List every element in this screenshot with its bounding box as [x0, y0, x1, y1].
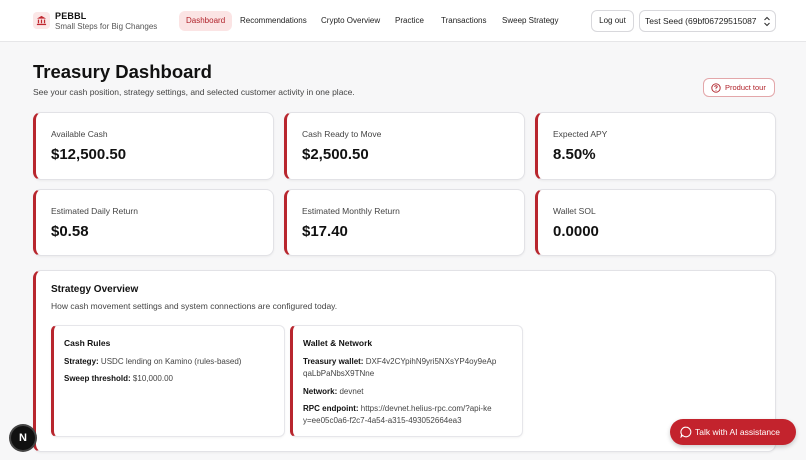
nav-crypto-overview[interactable]: Crypto Overview [314, 11, 387, 31]
rpc-endpoint-row: RPC endpoint: https://devnet.helius-rpc.… [303, 403, 492, 427]
nav-transactions[interactable]: Transactions [434, 11, 494, 31]
nav-dashboard[interactable]: Dashboard [179, 11, 233, 31]
stat-label: Available Cash [51, 129, 108, 139]
stat-label: Cash Ready to Move [302, 129, 382, 139]
wallet-network-card: Wallet & Network Treasury wallet: DXF4v2… [290, 325, 523, 437]
stat-value: 0.0000 [553, 223, 599, 240]
stat-value: $12,500.50 [51, 146, 127, 163]
chevron-up-down-icon [764, 16, 770, 27]
nav-recommendations[interactable]: Recommendations [233, 11, 314, 31]
stat-card-wallet-sol: Wallet SOL 0.0000 [535, 189, 776, 256]
stat-label: Estimated Daily Return [51, 206, 138, 216]
treasury-wallet-value-cont: qaLbPaNbsX9TNne [303, 369, 375, 378]
sweep-threshold-value: $10,000.00 [132, 374, 173, 383]
wallet-network-title: Wallet & Network [303, 338, 373, 348]
stat-card-expected-apy: Expected APY 8.50% [535, 112, 776, 180]
stat-value: 8.50% [553, 146, 596, 163]
stat-value: $17.40 [302, 223, 348, 240]
stat-card-daily-return: Estimated Daily Return $0.58 [33, 189, 274, 256]
treasury-wallet-value: DXF4v2CYpihN9yri5NXsYP4oy9eAp [365, 357, 497, 366]
network-value: devnet [339, 387, 364, 396]
cash-rules-title: Cash Rules [64, 338, 111, 348]
top-navbar: PEBBL Small Steps for Big Changes Dashbo… [0, 0, 806, 42]
brand-name[interactable]: PEBBL [55, 11, 87, 21]
stat-card-monthly-return: Estimated Monthly Return $17.40 [284, 189, 525, 256]
seed-selected-value: Test Seed (69bf06729515087 [645, 16, 757, 26]
stat-label: Wallet SOL [553, 206, 596, 216]
stat-value: $0.58 [51, 223, 89, 240]
chat-bubble-icon [680, 426, 692, 438]
strategy-title: Strategy Overview [51, 284, 139, 295]
strategy-key: Strategy: [64, 357, 99, 366]
cash-rules-card: Cash Rules Strategy: USDC lending on Kam… [51, 325, 285, 437]
nextjs-dev-badge[interactable]: N [11, 426, 35, 450]
logout-button[interactable]: Log out [591, 10, 634, 32]
treasury-wallet-key: Treasury wallet: [303, 357, 364, 366]
strategy-subtitle: How cash movement settings and system co… [51, 301, 338, 311]
product-tour-label: Product tour [725, 83, 766, 92]
network-key: Network: [303, 387, 338, 396]
brand-tagline: Small Steps for Big Changes [55, 22, 158, 31]
ai-assistance-button[interactable]: Talk with AI assistance [670, 419, 796, 445]
stat-label: Estimated Monthly Return [302, 206, 400, 216]
nav-sweep-strategy[interactable]: Sweep Strategy [495, 11, 565, 31]
strategy-value: USDC lending on Kamino (rules-based) [100, 357, 242, 366]
stat-card-available-cash: Available Cash $12,500.50 [33, 112, 274, 180]
strategy-row: Strategy: USDC lending on Kamino (rules-… [64, 356, 241, 368]
rpc-endpoint-value: https://devnet.helius-rpc.com/?api-ke [360, 404, 492, 413]
page-subtitle: See your cash position, strategy setting… [33, 87, 355, 97]
seed-selector[interactable]: Test Seed (69bf06729515087 [639, 10, 776, 32]
sweep-threshold-key: Sweep threshold: [64, 374, 131, 383]
network-row: Network: devnet [303, 386, 364, 398]
rpc-endpoint-key: RPC endpoint: [303, 404, 359, 413]
help-circle-icon [711, 83, 721, 93]
strategy-overview-card: Strategy Overview How cash movement sett… [33, 270, 776, 452]
stat-value: $2,500.50 [302, 146, 369, 163]
sweep-threshold-row: Sweep threshold: $10,000.00 [64, 373, 173, 385]
rpc-endpoint-value-cont: y=ee05c0a6-f2c7-4a54-a315-493052664ea3 [303, 416, 462, 425]
stat-label: Expected APY [553, 129, 608, 139]
stat-card-cash-ready: Cash Ready to Move $2,500.50 [284, 112, 525, 180]
product-tour-button[interactable]: Product tour [703, 78, 775, 97]
treasury-wallet-row: Treasury wallet: DXF4v2CYpihN9yri5NXsYP4… [303, 356, 496, 380]
nav-practice[interactable]: Practice [388, 11, 431, 31]
ai-assistance-label: Talk with AI assistance [695, 427, 781, 437]
page-title: Treasury Dashboard [33, 61, 212, 82]
bank-logo-icon[interactable] [33, 12, 50, 29]
